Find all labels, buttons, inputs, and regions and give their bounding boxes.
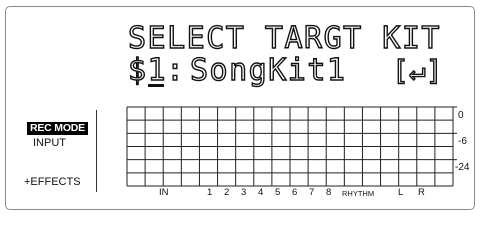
- channel-label-6: 6: [292, 187, 298, 198]
- channel-label-1: 1: [207, 187, 213, 198]
- channel-label-8: 8: [326, 187, 332, 198]
- channel-label-4: 4: [258, 187, 264, 198]
- db-label-0: 0: [458, 110, 464, 121]
- channel-label-in: IN: [159, 187, 169, 198]
- db-label-minus6: -6: [458, 136, 467, 147]
- channel-label-rhythm: RHYTHM: [342, 189, 375, 198]
- channel-label-7: 7: [309, 187, 315, 198]
- db-label-minus24: -24: [455, 162, 470, 173]
- channel-label-5: 5: [275, 187, 281, 198]
- channel-label-l: L: [398, 187, 404, 198]
- channel-label-r: R: [418, 187, 425, 198]
- level-meter-grid: [126, 106, 457, 187]
- channel-label-3: 3: [241, 187, 247, 198]
- channel-label-2: 2: [224, 187, 230, 198]
